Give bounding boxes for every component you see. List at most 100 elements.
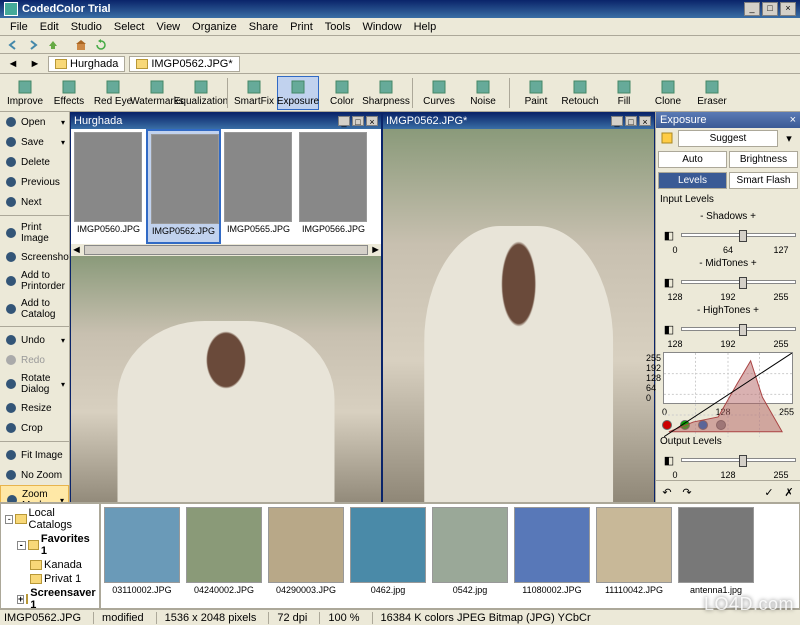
tab-auto[interactable]: Auto [658, 151, 727, 168]
lp-zoom-mode[interactable]: Zoom Mode▾ [0, 485, 69, 502]
output-picker-icon[interactable]: ◧ [660, 452, 678, 468]
lp-print-image[interactable]: Print Image [0, 219, 69, 247]
noise-button[interactable]: Noise [462, 76, 504, 110]
lp-resize[interactable]: Resize [0, 398, 69, 418]
menu-organize[interactable]: Organize [186, 21, 243, 33]
menu-share[interactable]: Share [243, 21, 284, 33]
lp-delete[interactable]: Delete [0, 152, 69, 172]
browser-image-view[interactable] [71, 256, 381, 502]
clone-button[interactable]: Clone [647, 76, 689, 110]
doc-close[interactable]: × [366, 116, 378, 126]
lp-redo[interactable]: Redo [0, 350, 69, 370]
nav-up-button[interactable] [44, 37, 62, 53]
home-button[interactable] [72, 37, 90, 53]
browser-window[interactable]: Hurghada_□× IMGP0560.JPGIMGP0562.JPGIMGP… [70, 112, 382, 502]
breadcrumb-0[interactable]: Hurghada [48, 56, 125, 72]
nav-next-icon[interactable]: ► [26, 56, 44, 72]
filmstrip-thumb[interactable]: antenna1.jpg [675, 504, 757, 608]
maximize-button[interactable]: □ [762, 2, 778, 16]
menu-tools[interactable]: Tools [319, 21, 357, 33]
filmstrip[interactable]: 03110002.JPG04240002.JPG04290003.JPG0462… [100, 503, 800, 609]
menu-studio[interactable]: Studio [65, 21, 108, 33]
lp-undo[interactable]: Undo▾ [0, 330, 69, 350]
nav-fwd-button[interactable] [24, 37, 42, 53]
tree-root[interactable]: -Local Catalogs [3, 506, 97, 532]
thumb[interactable]: IMGP0560.JPG [71, 129, 146, 244]
filmstrip-thumb[interactable]: 04290003.JPG [265, 504, 347, 608]
lp-previous[interactable]: Previous [0, 172, 69, 192]
tab-smart-flash[interactable]: Smart Flash [729, 172, 798, 189]
doc-max[interactable]: □ [352, 116, 364, 126]
undo-panel-button[interactable]: ↶ [658, 484, 676, 500]
tree-item[interactable]: -Favorites 1 [3, 532, 97, 558]
thumb[interactable]: IMGP0565.JPG [221, 129, 296, 244]
redo-panel-button[interactable]: ↷ [678, 484, 696, 500]
close-button[interactable]: × [780, 2, 796, 16]
imgdoc-close[interactable]: × [639, 116, 651, 126]
histogram[interactable]: 255192128640 [663, 352, 793, 404]
tree-item[interactable]: Kanada [3, 558, 97, 572]
watermarks-button[interactable]: Watermarks [136, 76, 178, 110]
filmstrip-thumb[interactable]: 03110002.JPG [101, 504, 183, 608]
fill-button[interactable]: Fill [603, 76, 645, 110]
output-slider[interactable] [681, 458, 796, 462]
image-window[interactable]: IMGP0562.JPG*_□× [382, 112, 655, 502]
level-slider[interactable] [681, 233, 796, 237]
picker-icon[interactable]: ◧ [660, 274, 678, 290]
nav-back-button[interactable] [4, 37, 22, 53]
tree-item[interactable]: Privat 1 [3, 572, 97, 586]
minimize-button[interactable]: _ [744, 2, 760, 16]
equalization-button[interactable]: Equalization [180, 76, 222, 110]
exposure-tool-icon[interactable] [658, 130, 676, 146]
filmstrip-thumb[interactable]: 0542.jpg [429, 504, 511, 608]
imgdoc-min[interactable]: _ [611, 116, 623, 126]
lp-crop[interactable]: Crop [0, 418, 69, 438]
refresh-button[interactable] [92, 37, 110, 53]
effects-button[interactable]: Effects [48, 76, 90, 110]
apply-button[interactable]: ✓ [760, 484, 778, 500]
main-image-view[interactable] [383, 129, 654, 502]
sharpness-button[interactable]: Sharpness [365, 76, 407, 110]
suggest-button[interactable]: Suggest [678, 130, 778, 147]
filmstrip-thumb[interactable]: 0462.jpg [347, 504, 429, 608]
lp-fit-image[interactable]: Fit Image [0, 445, 69, 465]
tab-brightness[interactable]: Brightness [729, 151, 798, 168]
level-slider[interactable] [681, 280, 796, 284]
menu-help[interactable]: Help [408, 21, 443, 33]
filmstrip-thumb[interactable]: 11110042.JPG [593, 504, 675, 608]
filmstrip-thumb[interactable]: 04240002.JPG [183, 504, 265, 608]
menu-edit[interactable]: Edit [34, 21, 65, 33]
doc-min[interactable]: _ [338, 116, 350, 126]
thumb[interactable]: IMGP0566.JPG [296, 129, 371, 244]
lp-rotate-dialog[interactable]: Rotate Dialog▾ [0, 370, 69, 398]
cancel-button[interactable]: ✗ [780, 484, 798, 500]
menu-select[interactable]: Select [108, 21, 151, 33]
exposure-button[interactable]: Exposure [277, 76, 319, 110]
catalog-tree[interactable]: -Local Catalogs-Favorites 1KanadaPrivat … [0, 503, 100, 609]
retouch-button[interactable]: Retouch [559, 76, 601, 110]
menu-file[interactable]: File [4, 21, 34, 33]
lp-add-to-catalog[interactable]: Add to Catalog [0, 295, 69, 323]
panel-close-icon[interactable]: × [790, 114, 796, 126]
red-eye-button[interactable]: Red Eye [92, 76, 134, 110]
curves-button[interactable]: Curves [418, 76, 460, 110]
filmstrip-thumb[interactable]: 11080002.JPG [511, 504, 593, 608]
smartfix-button[interactable]: SmartFix [233, 76, 275, 110]
lp-no-zoom[interactable]: No Zoom [0, 465, 69, 485]
menu-window[interactable]: Window [356, 21, 407, 33]
picker-icon[interactable]: ◧ [660, 227, 678, 243]
lp-save[interactable]: Save▾ [0, 132, 69, 152]
picker-icon[interactable]: ◧ [660, 321, 678, 337]
breadcrumb-1[interactable]: IMGP0562.JPG* [129, 56, 239, 72]
lp-add-to-printorder[interactable]: Add to Printorder [0, 267, 69, 295]
tree-item[interactable]: +Screensaver 1 [3, 586, 97, 609]
panel-menu-icon[interactable]: ▾ [780, 130, 798, 146]
thumb-scrollbar[interactable]: ◄► [71, 244, 381, 256]
lp-screenshow[interactable]: Screenshow [0, 247, 69, 267]
nav-prev-icon[interactable]: ◄ [4, 56, 22, 72]
color-button[interactable]: Color [321, 76, 363, 110]
menu-print[interactable]: Print [284, 21, 319, 33]
tab-levels[interactable]: Levels [658, 172, 727, 189]
improve-button[interactable]: Improve [4, 76, 46, 110]
menu-view[interactable]: View [150, 21, 186, 33]
